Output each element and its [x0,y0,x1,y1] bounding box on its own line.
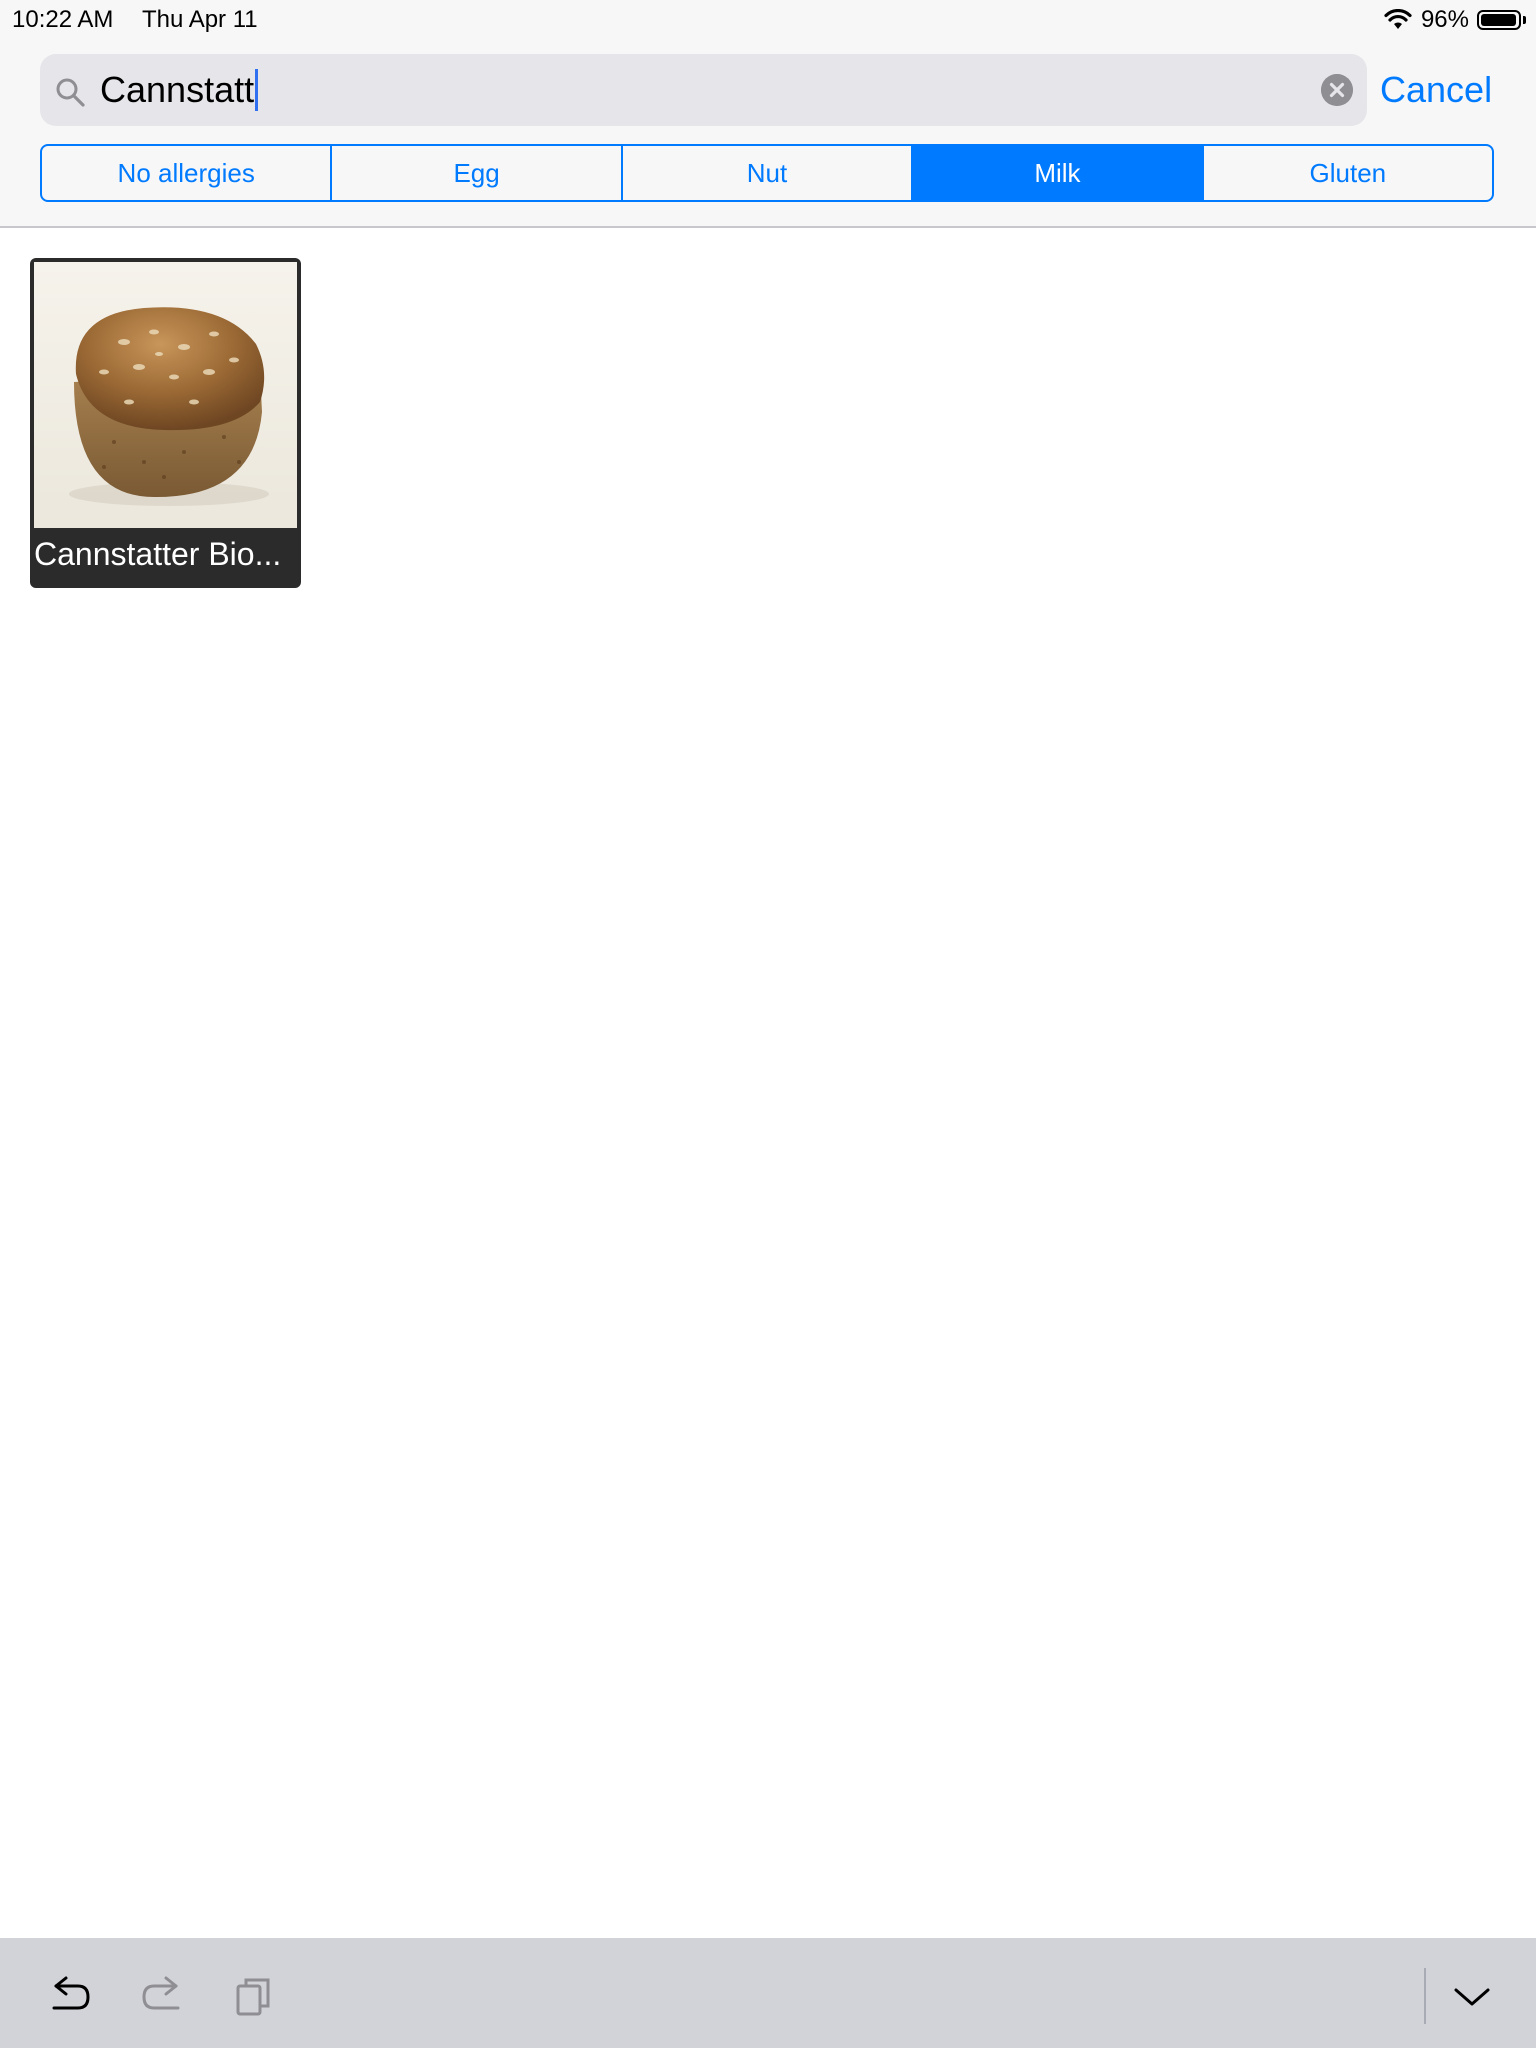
search-input-value: Cannstatt [100,69,255,110]
status-time: 10:22 AM [12,6,114,33]
battery-percent: 96% [1420,6,1469,33]
segment-gluten[interactable]: Gluten [1204,146,1492,200]
segment-milk[interactable]: Milk [913,146,1204,200]
wifi-icon [1384,9,1412,29]
toolbar-divider [1424,1968,1426,2024]
result-label: Cannstatter Bio... [34,536,282,572]
search-input[interactable]: Cannstatt [100,66,259,114]
bread-illustration [69,307,269,506]
segment-nut[interactable]: Nut [623,146,914,200]
text-caret [255,69,259,111]
cancel-button[interactable]: Cancel [1380,66,1492,114]
segment-egg[interactable]: Egg [332,146,623,200]
status-date: Thu Apr 11 [142,6,258,33]
chevron-down-icon[interactable] [1448,1972,1496,2020]
search-field[interactable]: Cannstatt [40,54,1367,126]
battery-icon [1477,10,1521,30]
redo-icon[interactable] [138,1972,186,2020]
search-icon [56,78,85,107]
paste-icon[interactable] [230,1972,278,2020]
allergy-segmented-control: No allergies Egg Nut Milk Gluten [40,144,1494,202]
segment-no-allergies[interactable]: No allergies [42,146,333,200]
bread-image [34,262,297,528]
status-bar: 10:22 AM Thu Apr 11 96% [0,0,1536,40]
keyboard-shortcut-bar [0,1938,1536,2048]
search-header: Cannstatt Cancel No allergies Egg Nut Mi… [0,40,1536,228]
battery-nub [1523,16,1526,24]
result-card[interactable]: Cannstatter Bio... [30,258,301,588]
undo-icon[interactable] [46,1972,94,2020]
status-right: 96% [1383,6,1526,34]
battery-level [1481,14,1516,26]
clear-icon[interactable] [1321,74,1353,106]
